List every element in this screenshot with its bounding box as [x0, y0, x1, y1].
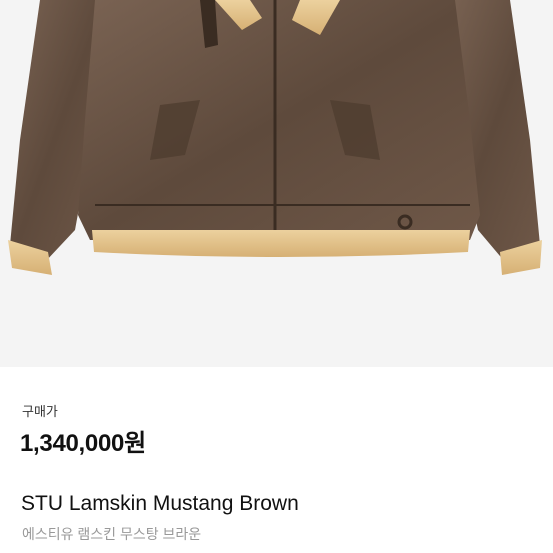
leather-shearling-jacket-icon	[0, 0, 553, 367]
price: 1,340,000원	[20, 430, 146, 457]
product-image[interactable]	[0, 0, 553, 367]
product-info: 구매가 1,340,000원 STU Lamskin Mustang Brown…	[0, 367, 553, 553]
price-label: 구매가	[22, 404, 58, 419]
product-subtitle: 에스티유 램스킨 무스탕 브라운	[22, 526, 202, 542]
product-title[interactable]: STU Lamskin Mustang Brown	[21, 492, 299, 516]
